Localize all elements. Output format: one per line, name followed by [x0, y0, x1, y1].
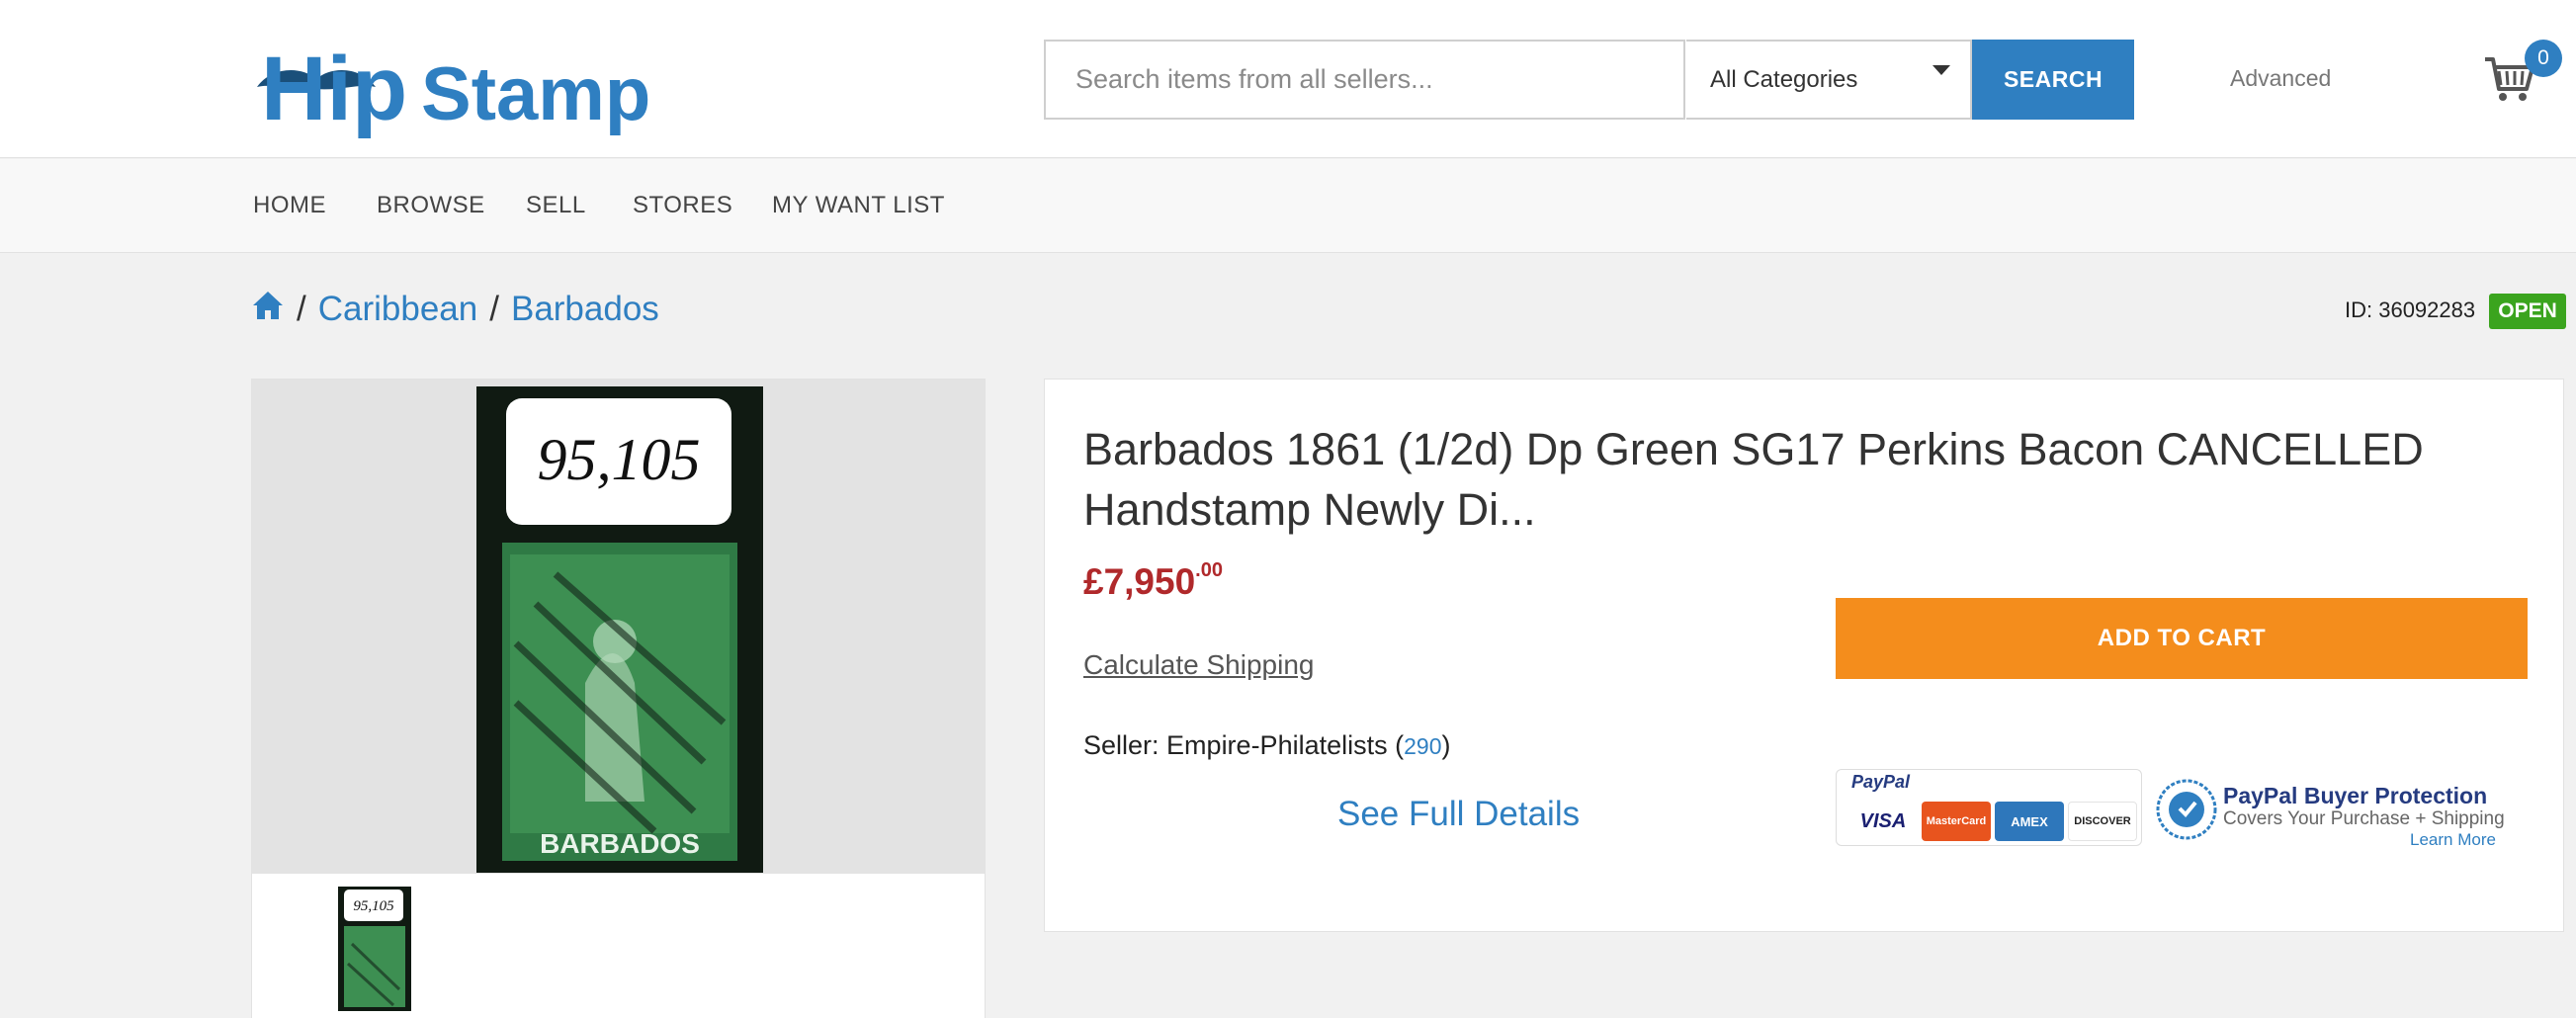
price-cents: .00	[1195, 559, 1223, 581]
main-image-area[interactable]: 95,105 BARBADOS	[252, 380, 985, 874]
amex-icon: AMEX	[1995, 802, 2064, 841]
seller-feedback-count[interactable]: 290	[1404, 733, 1441, 759]
site-header: Hip Stamp All Categories SEARCH Advanced…	[0, 0, 2576, 158]
caret-down-icon	[1932, 65, 1950, 75]
add-to-cart-button[interactable]: ADD TO CART	[1836, 598, 2528, 679]
visa-icon: VISA	[1848, 802, 1918, 841]
category-select[interactable]: All Categories	[1686, 40, 1972, 120]
stamp-image[interactable]: 95,105 BARBADOS	[476, 386, 763, 873]
breadcrumb-separator: /	[489, 290, 499, 328]
nav-item-sell[interactable]: SELL	[526, 192, 586, 219]
paypal-learn-more-link[interactable]: Learn More	[2410, 830, 2496, 850]
breadcrumb-separator: /	[297, 290, 306, 328]
status-badge: OPEN	[2489, 294, 2566, 329]
thumbnail-label: 95,105	[353, 898, 394, 914]
paypal-seal-icon	[2156, 779, 2217, 840]
see-full-details-link[interactable]: See Full Details	[1337, 795, 1580, 834]
breadcrumb-caribbean[interactable]: Caribbean	[318, 290, 478, 329]
main-nav: HOME BROWSE SELL STORES MY WANT LIST	[0, 159, 2576, 253]
listing-card: Barbados 1861 (1/2d) Dp Green SG17 Perki…	[1044, 379, 2564, 932]
listing-title: Barbados 1861 (1/2d) Dp Green SG17 Perki…	[1083, 424, 2424, 535]
advanced-search-link[interactable]: Advanced	[2230, 65, 2331, 92]
stamp-country: BARBADOS	[540, 828, 700, 859]
nav-item-stores[interactable]: STORES	[633, 192, 732, 219]
svg-text:Stamp: Stamp	[421, 52, 650, 136]
nav-item-browse[interactable]: BROWSE	[377, 192, 485, 219]
listing-price: £7,950.00	[1083, 559, 1223, 603]
paypal-protection-subtitle: Covers Your Purchase + Shipping	[2223, 808, 2505, 829]
cart-count-badge: 0	[2525, 40, 2562, 77]
svg-text:Hip: Hip	[261, 39, 407, 139]
home-icon[interactable]	[251, 290, 285, 330]
paypal-protection-title: PayPal Buyer Protection	[2223, 783, 2488, 808]
seller-open-paren: (	[1387, 730, 1405, 760]
listing-id: ID: 36092283	[2345, 297, 2476, 322]
nav-item-my-want-list[interactable]: MY WANT LIST	[772, 192, 945, 219]
seller-prefix: Seller:	[1083, 730, 1167, 760]
mastercard-icon: MasterCard	[1922, 802, 1991, 841]
seller-close-paren: )	[1441, 730, 1451, 760]
breadcrumb-barbados[interactable]: Barbados	[511, 290, 659, 329]
nav-item-home[interactable]: HOME	[253, 192, 326, 219]
payment-methods: PayPal VISA MasterCard AMEX DISCOVER	[1836, 769, 2142, 846]
thumbnail-image[interactable]: 95,105	[338, 887, 411, 1011]
seller-info: Seller: Empire-Philatelists (290)	[1083, 730, 1451, 761]
hipstamp-logo[interactable]: Hip Stamp	[251, 26, 712, 142]
search-input[interactable]	[1044, 40, 1685, 120]
seller-name[interactable]: Empire-Philatelists	[1166, 730, 1388, 760]
discover-icon: DISCOVER	[2068, 802, 2137, 841]
image-gallery: 95,105 BARBADOS 95,105	[251, 379, 986, 1018]
calculate-shipping-link[interactable]: Calculate Shipping	[1083, 649, 1315, 681]
paypal-label: PayPal	[1851, 772, 1911, 792]
breadcrumb: / Caribbean / Barbados	[251, 290, 659, 329]
price-main: £7,950	[1083, 561, 1196, 602]
category-select-value: All Categories	[1710, 65, 1858, 93]
search-button[interactable]: SEARCH	[1972, 40, 2134, 120]
stamp-label: 95,105	[538, 427, 701, 492]
